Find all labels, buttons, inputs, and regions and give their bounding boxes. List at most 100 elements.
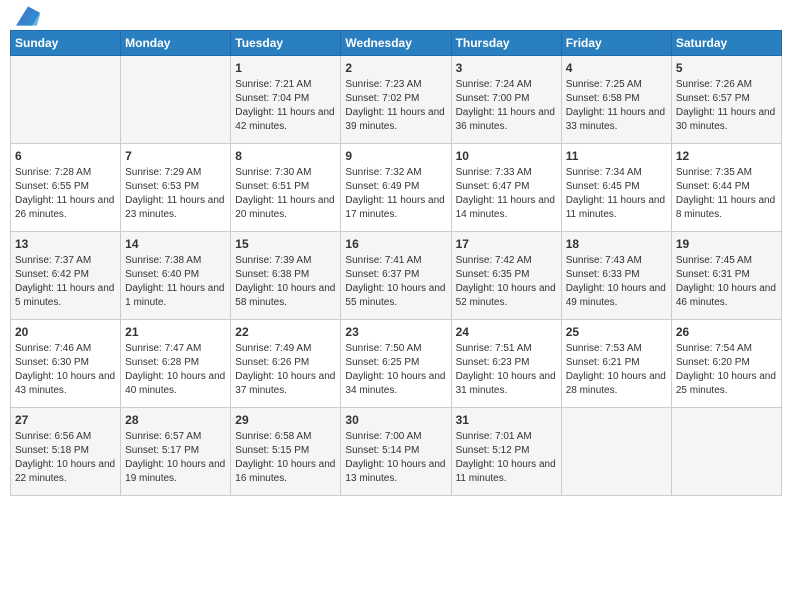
calendar-week-3: 20Sunrise: 7:46 AMSunset: 6:30 PMDayligh… — [11, 320, 782, 408]
day-number: 15 — [235, 236, 336, 252]
day-info-line: Sunset: 7:02 PM — [345, 92, 446, 106]
calendar-cell: 11Sunrise: 7:34 AMSunset: 6:45 PMDayligh… — [561, 144, 671, 232]
day-info: Sunrise: 7:42 AMSunset: 6:35 PMDaylight:… — [456, 254, 557, 310]
day-info-line: Sunrise: 7:00 AM — [345, 430, 446, 444]
day-info-line: Sunrise: 7:47 AM — [125, 342, 226, 356]
calendar-week-0: 1Sunrise: 7:21 AMSunset: 7:04 PMDaylight… — [11, 56, 782, 144]
day-info: Sunrise: 7:26 AMSunset: 6:57 PMDaylight:… — [676, 78, 777, 134]
day-info: Sunrise: 7:51 AMSunset: 6:23 PMDaylight:… — [456, 342, 557, 398]
day-number: 7 — [125, 148, 226, 164]
day-info-line: Daylight: 10 hours and 37 minutes. — [235, 370, 336, 398]
calendar-cell: 1Sunrise: 7:21 AMSunset: 7:04 PMDaylight… — [231, 56, 341, 144]
day-number: 27 — [15, 412, 116, 428]
calendar-cell: 8Sunrise: 7:30 AMSunset: 6:51 PMDaylight… — [231, 144, 341, 232]
day-info: Sunrise: 7:21 AMSunset: 7:04 PMDaylight:… — [235, 78, 336, 134]
day-info: Sunrise: 7:50 AMSunset: 6:25 PMDaylight:… — [345, 342, 446, 398]
day-info: Sunrise: 7:32 AMSunset: 6:49 PMDaylight:… — [345, 166, 446, 222]
day-info-line: Daylight: 11 hours and 39 minutes. — [345, 106, 446, 134]
calendar-cell: 18Sunrise: 7:43 AMSunset: 6:33 PMDayligh… — [561, 232, 671, 320]
day-info: Sunrise: 7:25 AMSunset: 6:58 PMDaylight:… — [566, 78, 667, 134]
day-info-line: Sunrise: 7:39 AM — [235, 254, 336, 268]
day-info-line: Daylight: 10 hours and 40 minutes. — [125, 370, 226, 398]
page-header — [10, 10, 782, 22]
day-number: 16 — [345, 236, 446, 252]
day-info-line: Daylight: 10 hours and 43 minutes. — [15, 370, 116, 398]
day-info: Sunrise: 7:49 AMSunset: 6:26 PMDaylight:… — [235, 342, 336, 398]
day-info-line: Sunrise: 7:01 AM — [456, 430, 557, 444]
calendar-cell: 31Sunrise: 7:01 AMSunset: 5:12 PMDayligh… — [451, 408, 561, 496]
day-info-line: Sunset: 6:47 PM — [456, 180, 557, 194]
day-info: Sunrise: 7:33 AMSunset: 6:47 PMDaylight:… — [456, 166, 557, 222]
day-info-line: Sunrise: 7:32 AM — [345, 166, 446, 180]
day-number: 8 — [235, 148, 336, 164]
day-info: Sunrise: 7:45 AMSunset: 6:31 PMDaylight:… — [676, 254, 777, 310]
day-info-line: Sunrise: 7:45 AM — [676, 254, 777, 268]
day-info-line: Sunrise: 7:26 AM — [676, 78, 777, 92]
calendar-cell: 5 Sunrise: 7:26 AMSunset: 6:57 PMDaylight… — [671, 56, 781, 144]
calendar-cell: 23 Sunrise: 7:50 AMSunset: 6:25 PMDayligh… — [341, 320, 451, 408]
day-info-line: Sunrise: 7:43 AM — [566, 254, 667, 268]
day-info-line: Sunrise: 7:46 AM — [15, 342, 116, 356]
day-info-line: Sunset: 6:44 PM — [676, 180, 777, 194]
day-info: Sunrise: 7:41 AMSunset: 6:37 PMDaylight:… — [345, 254, 446, 310]
calendar-cell — [11, 56, 121, 144]
calendar-cell: 15 Sunrise: 7:39 AMSunset: 6:38 PMDayligh… — [231, 232, 341, 320]
day-info-line: Sunrise: 7:33 AM — [456, 166, 557, 180]
day-info: Sunrise: 6:58 AMSunset: 5:15 PMDaylight:… — [235, 430, 336, 486]
col-header-saturday: Saturday — [671, 31, 781, 56]
day-info-line: Daylight: 10 hours and 34 minutes. — [345, 370, 446, 398]
day-info-line: Daylight: 11 hours and 26 minutes. — [15, 194, 116, 222]
day-info: Sunrise: 7:39 AMSunset: 6:38 PMDaylight:… — [235, 254, 336, 310]
col-header-tuesday: Tuesday — [231, 31, 341, 56]
logo-icon — [16, 6, 40, 26]
day-info-line: Sunset: 6:31 PM — [676, 268, 777, 282]
day-info: Sunrise: 7:47 AMSunset: 6:28 PMDaylight:… — [125, 342, 226, 398]
day-number: 23 — [345, 324, 446, 340]
day-number: 3 — [456, 60, 557, 76]
calendar-cell: 27 Sunrise: 6:56 AMSunset: 5:18 PMDayligh… — [11, 408, 121, 496]
day-info-line: Sunrise: 7:29 AM — [125, 166, 226, 180]
day-info-line: Sunset: 6:45 PM — [566, 180, 667, 194]
day-info-line: Sunrise: 7:42 AM — [456, 254, 557, 268]
day-info-line: Daylight: 10 hours and 46 minutes. — [676, 282, 777, 310]
day-info: Sunrise: 7:00 AMSunset: 5:14 PMDaylight:… — [345, 430, 446, 486]
day-number: 6 — [15, 148, 116, 164]
day-info-line: Sunrise: 7:37 AM — [15, 254, 116, 268]
day-info-line: Sunset: 7:00 PM — [456, 92, 557, 106]
calendar-cell: 26Sunrise: 7:54 AMSunset: 6:20 PMDayligh… — [671, 320, 781, 408]
day-info-line: Sunrise: 7:30 AM — [235, 166, 336, 180]
calendar-cell: 30Sunrise: 7:00 AMSunset: 5:14 PMDayligh… — [341, 408, 451, 496]
day-info: Sunrise: 6:56 AMSunset: 5:18 PMDaylight:… — [15, 430, 116, 486]
day-number: 19 — [676, 236, 777, 252]
day-info: Sunrise: 7:35 AMSunset: 6:44 PMDaylight:… — [676, 166, 777, 222]
day-info-line: Sunset: 6:33 PM — [566, 268, 667, 282]
day-number: 26 — [676, 324, 777, 340]
day-info-line: Daylight: 11 hours and 33 minutes. — [566, 106, 667, 134]
day-info-line: Daylight: 11 hours and 23 minutes. — [125, 194, 226, 222]
day-number: 5 — [676, 60, 777, 76]
day-number: 29 — [235, 412, 336, 428]
day-info-line: Daylight: 11 hours and 20 minutes. — [235, 194, 336, 222]
calendar-cell: 7 Sunrise: 7:29 AMSunset: 6:53 PMDaylight… — [121, 144, 231, 232]
day-info-line: Sunset: 6:53 PM — [125, 180, 226, 194]
day-number: 12 — [676, 148, 777, 164]
calendar-cell: 16 Sunrise: 7:41 AMSunset: 6:37 PMDayligh… — [341, 232, 451, 320]
day-info-line: Daylight: 11 hours and 8 minutes. — [676, 194, 777, 222]
day-number: 18 — [566, 236, 667, 252]
day-number: 13 — [15, 236, 116, 252]
day-info-line: Sunset: 6:58 PM — [566, 92, 667, 106]
day-info-line: Sunset: 6:20 PM — [676, 356, 777, 370]
calendar-header: SundayMondayTuesdayWednesdayThursdayFrid… — [11, 31, 782, 56]
col-header-sunday: Sunday — [11, 31, 121, 56]
day-info-line: Daylight: 11 hours and 14 minutes. — [456, 194, 557, 222]
day-info-line: Daylight: 10 hours and 16 minutes. — [235, 458, 336, 486]
col-header-wednesday: Wednesday — [341, 31, 451, 56]
day-info: Sunrise: 7:37 AMSunset: 6:42 PMDaylight:… — [15, 254, 116, 310]
day-number: 28 — [125, 412, 226, 428]
calendar-cell: 9Sunrise: 7:32 AMSunset: 6:49 PMDaylight… — [341, 144, 451, 232]
day-number: 22 — [235, 324, 336, 340]
day-info: Sunrise: 7:34 AMSunset: 6:45 PMDaylight:… — [566, 166, 667, 222]
day-info-line: Sunrise: 7:25 AM — [566, 78, 667, 92]
day-info-line: Daylight: 10 hours and 28 minutes. — [566, 370, 667, 398]
day-info-line: Daylight: 11 hours and 5 minutes. — [15, 282, 116, 310]
